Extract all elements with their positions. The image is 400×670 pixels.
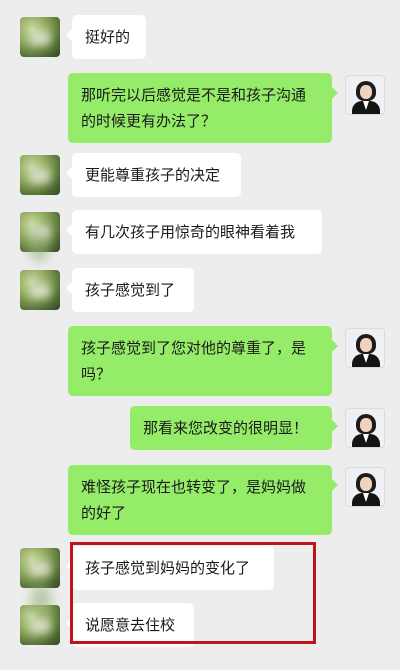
friend-avatar[interactable] [20, 270, 60, 310]
avatar-face [360, 338, 372, 352]
message-bubble[interactable]: 那看来您改变的很明显！ [130, 406, 338, 450]
blurred-area [28, 232, 50, 262]
message-bubble[interactable]: 有几次孩子用惊奇的眼神看着我 [66, 210, 322, 254]
friend-avatar[interactable] [20, 548, 60, 588]
friend-avatar[interactable] [20, 17, 60, 57]
self-avatar[interactable] [345, 467, 385, 507]
message-bubble[interactable]: 那听完以后感觉是不是和孩子沟通的时候更有办法了？ [68, 73, 338, 143]
self-avatar[interactable] [345, 408, 385, 448]
avatar-face [360, 477, 372, 491]
message-bubble[interactable]: 挺好的 [66, 15, 146, 59]
message-bubble[interactable]: 难怪孩子现在也转变了，是妈妈做的好了 [68, 465, 338, 535]
message-bubble[interactable]: 孩子感觉到了 [66, 268, 194, 312]
avatar-face [360, 85, 372, 99]
message-bubble[interactable]: 孩子感觉到了您对他的尊重了，是吗？ [68, 326, 338, 396]
self-avatar[interactable] [345, 328, 385, 368]
blurred-area [30, 585, 52, 615]
highlight-box [70, 542, 316, 644]
self-avatar[interactable] [345, 75, 385, 115]
friend-avatar[interactable] [20, 155, 60, 195]
avatar-face [360, 418, 372, 432]
message-bubble[interactable]: 更能尊重孩子的决定 [66, 153, 241, 197]
